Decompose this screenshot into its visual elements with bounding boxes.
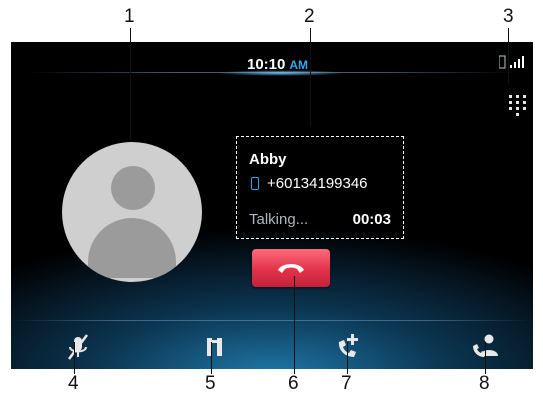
status-time: 10:10 AM: [247, 56, 308, 73]
mobile-phone-icon: [251, 177, 259, 190]
speaker-button[interactable]: [471, 332, 501, 362]
avatar-body: [88, 218, 176, 278]
time-ampm: AM: [289, 58, 309, 72]
in-call-screen: 10:10 AM Abby +60134199346 Talking... 00:…: [11, 42, 533, 369]
callout-6: 6: [288, 373, 299, 394]
dialpad-icon[interactable]: [508, 94, 528, 116]
hold-icon: [207, 338, 222, 356]
callout-8: 8: [479, 373, 490, 394]
add-call-button[interactable]: [333, 332, 363, 362]
callout-line-6: [294, 276, 295, 374]
end-call-icon: [278, 264, 304, 273]
callout-line-1: [130, 28, 131, 140]
callout-7: 7: [341, 373, 352, 394]
contact-avatar: [62, 142, 202, 282]
callout-line-4: [74, 342, 75, 374]
contact-name: Abby: [249, 151, 287, 168]
add-call-icon: [338, 334, 358, 357]
mute-mic-icon: [68, 334, 88, 360]
callout-line-2: [310, 28, 311, 126]
callout-line-5: [211, 342, 212, 374]
hold-button[interactable]: [200, 332, 230, 362]
mute-button[interactable]: [63, 332, 93, 362]
phone-number: +60134199346: [267, 175, 368, 192]
action-bar-divider: [11, 320, 533, 321]
contact-number: +60134199346: [251, 175, 368, 192]
signal-icon: [498, 54, 527, 70]
speaker-phone-icon: [473, 334, 498, 357]
call-status: Talking...: [249, 211, 309, 228]
call-info-box: Abby +60134199346 Talking... 00:03: [236, 136, 404, 239]
callout-5: 5: [205, 373, 216, 394]
callout-3: 3: [503, 6, 514, 27]
callout-1: 1: [124, 6, 135, 27]
callout-line-8: [485, 342, 486, 374]
callout-4: 4: [68, 373, 79, 394]
callout-line-3: [508, 28, 509, 84]
callout-2: 2: [304, 6, 315, 27]
callout-line-7: [347, 342, 348, 374]
end-call-button[interactable]: [252, 249, 330, 287]
avatar-head: [111, 166, 155, 210]
time-value: 10:10: [247, 56, 286, 73]
call-duration: 00:03: [352, 211, 391, 228]
